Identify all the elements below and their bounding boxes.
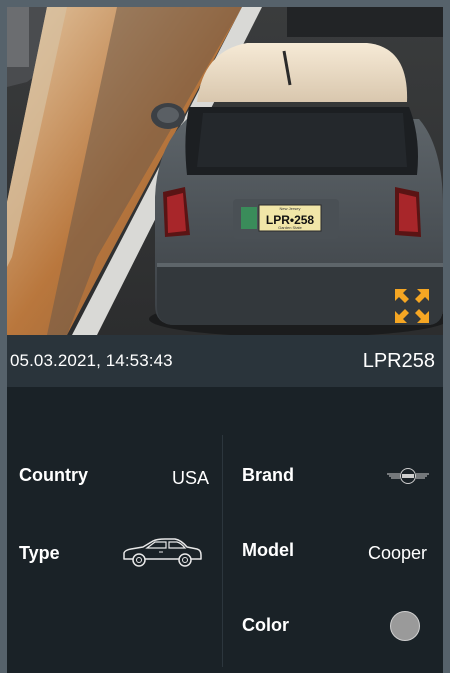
capture-timestamp: 05.03.2021, 14:53:43 — [10, 351, 173, 370]
country-label: Country — [19, 465, 88, 485]
model-label: Model — [242, 540, 294, 560]
mini-logo-icon — [387, 467, 429, 490]
vehicle-photo-image: New Jersey LPR•258 Garden State — [7, 7, 443, 335]
plate-state-text: New Jersey — [280, 206, 301, 211]
type-label: Type — [19, 543, 60, 563]
color-label: Color — [242, 615, 289, 635]
vehicle-details-panel: Country USA Type Brand Model Cooper Colo… — [7, 387, 443, 673]
sedan-car-icon — [121, 537, 203, 574]
model-value: Cooper — [367, 543, 427, 563]
expand-fullscreen-icon[interactable] — [395, 289, 429, 323]
brand-label: Brand — [242, 465, 295, 485]
detection-card: New Jersey LPR•258 Garden State 05.03.20… — [7, 7, 443, 673]
capture-info-bar: 05.03.2021, 14:53:43 LPR258 — [7, 335, 443, 387]
vehicle-photo[interactable]: New Jersey LPR•258 Garden State — [7, 7, 443, 335]
country-value: USA — [171, 468, 209, 488]
vehicle-color-swatch — [390, 611, 420, 641]
license-plate-number: LPR258 — [362, 349, 435, 372]
plate-slogan-text: Garden State — [278, 225, 303, 230]
column-divider — [222, 435, 223, 667]
